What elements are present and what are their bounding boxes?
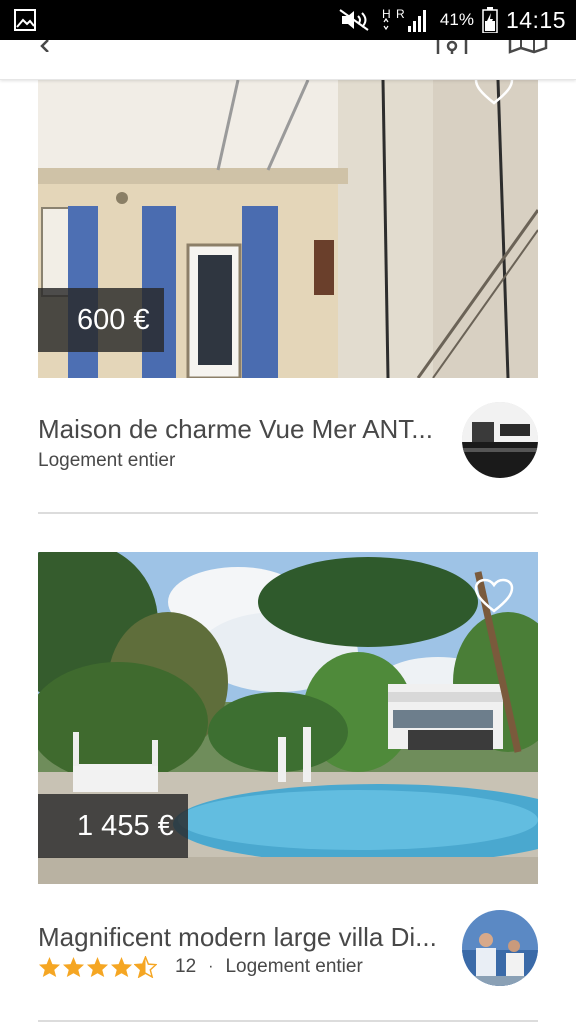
star-half-icon <box>134 956 157 978</box>
mute-icon <box>339 9 369 31</box>
listing-title[interactable]: Maison de charme Vue Mer ANT... <box>38 414 433 445</box>
svg-text:R: R <box>396 7 405 21</box>
star-full-icon <box>110 956 133 978</box>
price-tag: 1 455 € <box>38 794 188 858</box>
divider <box>38 1020 538 1022</box>
signal-icon: H R <box>382 7 426 32</box>
gallery-notification-icon <box>14 9 36 31</box>
listing-card[interactable]: 1 455 € Magnificent modern large villa D… <box>38 552 538 1024</box>
separator-dot: · <box>208 958 214 975</box>
star-full-icon <box>62 956 85 978</box>
listing-subtitle: Logement entier <box>38 450 175 472</box>
listing-card[interactable]: 600 € Maison de charme Vue Mer ANT... Lo… <box>38 70 538 514</box>
battery-percent: 41% <box>439 10 474 29</box>
listing-type: Logement entier <box>38 450 176 471</box>
rating-stars <box>38 956 157 978</box>
status-bar: H R 41% 14:15 <box>0 0 576 40</box>
back-arrow-icon[interactable] <box>38 40 60 52</box>
battery-icon <box>482 7 498 33</box>
map-icon[interactable] <box>508 40 548 56</box>
top-app-bar <box>0 40 576 80</box>
divider <box>38 512 538 514</box>
listing-subtitle: 12 · Logement entier <box>38 956 363 978</box>
listing-title[interactable]: Magnificent modern large villa Di... <box>38 922 437 953</box>
star-full-icon <box>38 956 61 978</box>
host-avatar[interactable] <box>462 910 538 986</box>
star-full-icon <box>86 956 109 978</box>
host-avatar[interactable] <box>462 402 538 478</box>
review-count: 12 <box>175 956 197 977</box>
price-tag: 600 € <box>38 288 164 352</box>
filter-icon[interactable] <box>436 40 470 58</box>
heart-icon[interactable] <box>474 578 514 614</box>
clock: 14:15 <box>505 6 566 33</box>
listing-type: Logement entier <box>225 956 363 977</box>
